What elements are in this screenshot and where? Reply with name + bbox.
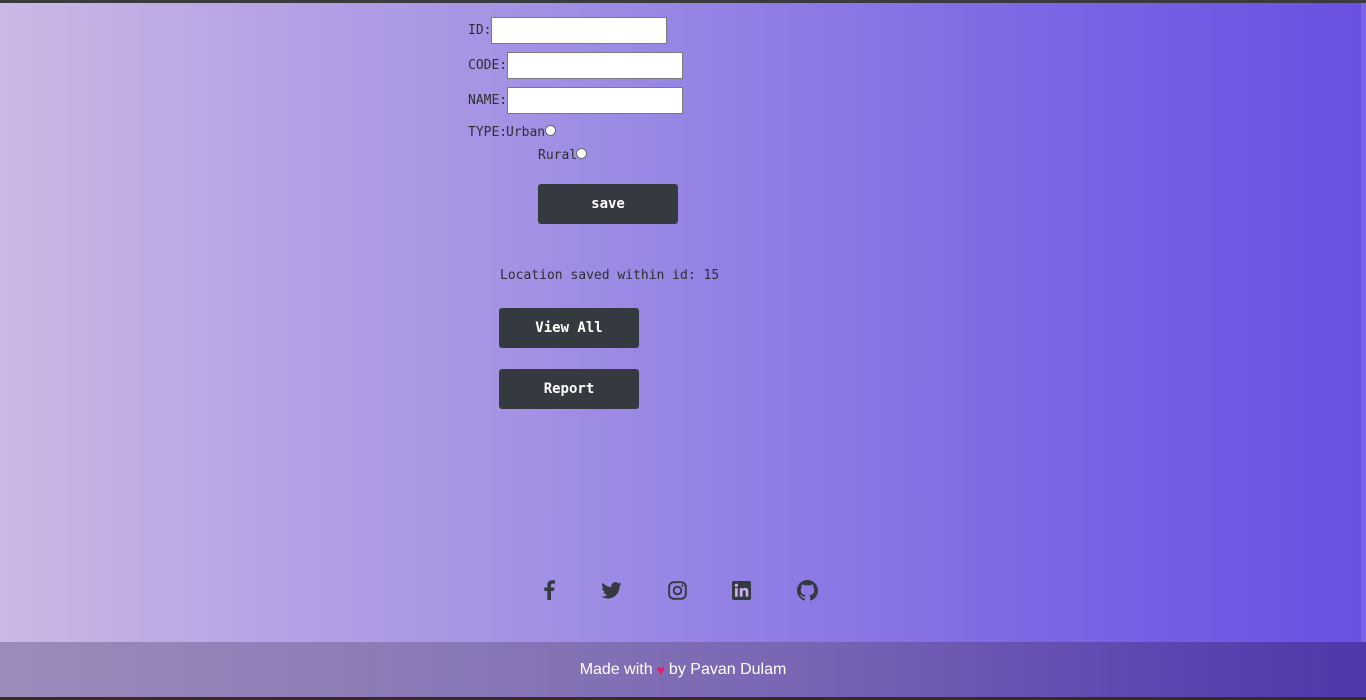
facebook-icon[interactable] (538, 579, 560, 601)
code-label: CODE: (468, 58, 508, 73)
linkedin-icon[interactable] (730, 579, 752, 601)
type-label: TYPE: (468, 125, 508, 140)
twitter-icon[interactable] (600, 579, 622, 601)
id-input[interactable] (491, 17, 667, 44)
github-icon[interactable] (796, 579, 818, 601)
name-label: NAME: (468, 93, 508, 108)
footer: Made with ♥ by Pavan Dulam (0, 642, 1366, 697)
id-label: ID: (468, 23, 492, 38)
save-button[interactable]: save (538, 184, 678, 224)
footer-made-with: Made with (579, 660, 653, 678)
footer-author: by Pavan Dulam (668, 660, 787, 678)
type-rural-radio[interactable] (576, 148, 587, 159)
name-input[interactable] (507, 87, 683, 114)
code-input[interactable] (507, 52, 683, 79)
report-button[interactable]: Report (499, 369, 639, 409)
type-option-rural-label: Rural (538, 148, 578, 163)
view-all-button[interactable]: View All (499, 308, 639, 348)
browser-top-edge (0, 0, 1366, 3)
instagram-icon[interactable] (666, 579, 688, 601)
heart-icon: ♥ (656, 661, 665, 678)
type-urban-radio[interactable] (545, 125, 556, 136)
type-option-urban-label: Urban (506, 125, 546, 140)
scrollbar-track[interactable] (1361, 3, 1366, 642)
status-message: Location saved within id: 15 (500, 268, 720, 283)
